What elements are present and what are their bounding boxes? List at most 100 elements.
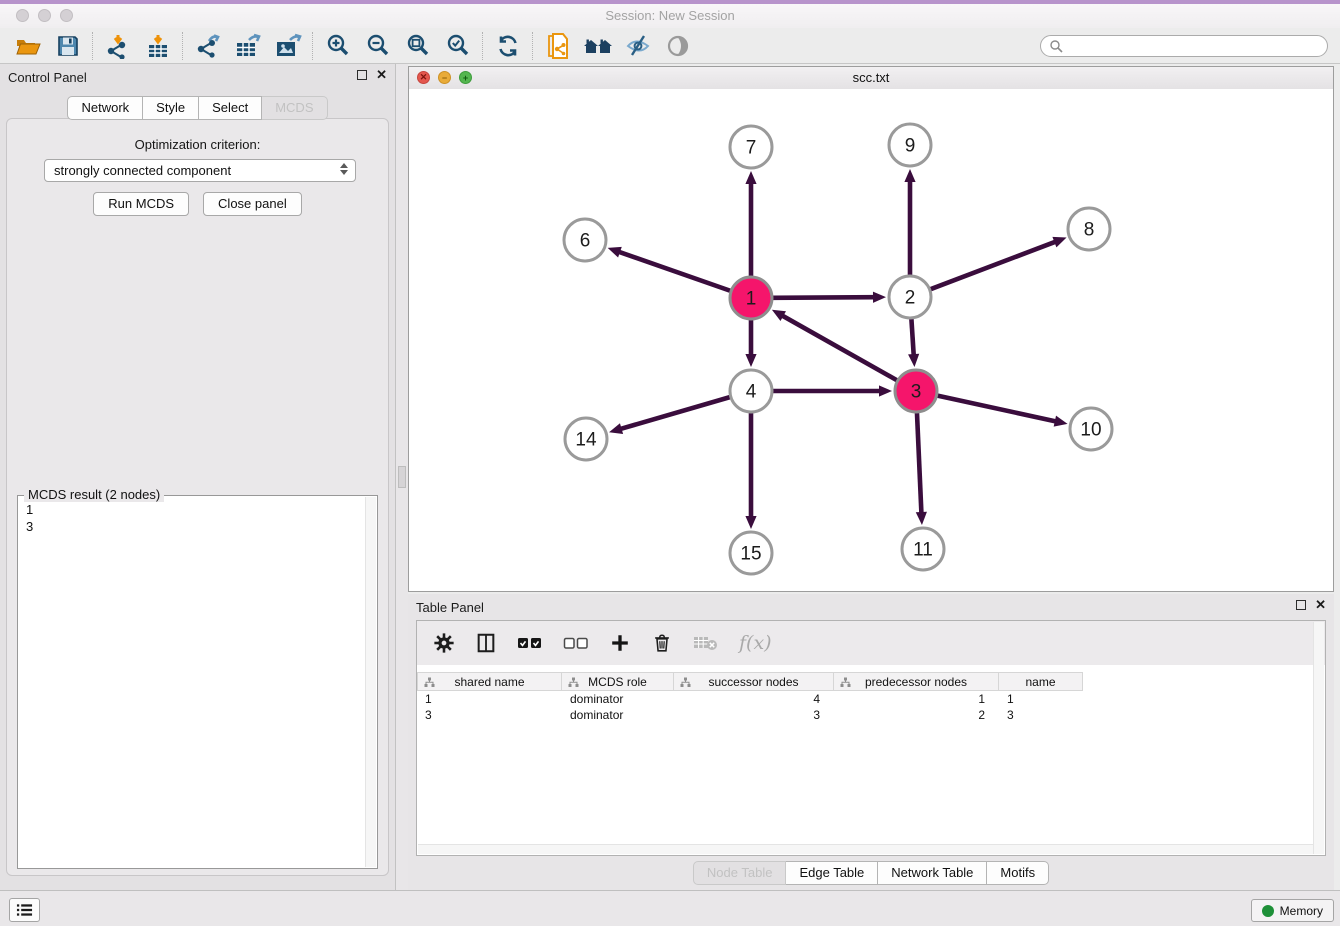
tab-edge-table[interactable]: Edge Table [786, 861, 878, 885]
edge-1-2[interactable] [773, 297, 875, 298]
control-panel: Control Panel ✕ NetworkStyleSelectMCDS O… [0, 64, 396, 890]
import-table-button[interactable] [138, 30, 178, 62]
apply-function-button[interactable]: f(x) [739, 632, 772, 654]
float-table-panel-icon[interactable] [1296, 600, 1306, 610]
memory-button[interactable]: Memory [1251, 899, 1334, 922]
column-header-name[interactable]: name [999, 672, 1083, 691]
close-table-panel-icon[interactable]: ✕ [1315, 599, 1326, 611]
table-row-2[interactable]: 3dominator323 [417, 707, 1325, 723]
table-settings-button[interactable] [433, 632, 455, 654]
close-panel-button[interactable]: Close panel [203, 192, 302, 216]
zoom-fit-button[interactable] [398, 30, 438, 62]
import-network-button[interactable] [98, 30, 138, 62]
zoom-in-button[interactable] [318, 30, 358, 62]
cell-predecessor-nodes: 1 [834, 691, 999, 707]
tab-node-table[interactable]: Node Table [693, 861, 787, 885]
select-all-columns-button[interactable] [517, 636, 543, 650]
column-sort-icon [680, 677, 691, 688]
open-file-icon [15, 34, 41, 58]
delete-column-trash-icon [651, 632, 673, 654]
edge-arrowhead-2-8 [1052, 237, 1066, 247]
delete-table-icon [693, 634, 719, 652]
cell-name: 1 [999, 691, 1083, 707]
tab-network[interactable]: Network [67, 96, 143, 120]
deselect-all-columns-button[interactable] [563, 636, 589, 650]
edge-2-8[interactable] [931, 241, 1057, 289]
select-stepper-icon [340, 163, 348, 175]
close-panel-icon[interactable]: ✕ [376, 69, 387, 81]
add-column-plus-icon [609, 632, 631, 654]
control-panel-tabs: NetworkStyleSelectMCDS [0, 96, 395, 120]
result-scrollbar[interactable] [365, 497, 376, 867]
memory-status-icon [1262, 905, 1274, 917]
table-tabs: Node TableEdge TableNetwork TableMotifs [408, 861, 1334, 885]
zoom-out-button[interactable] [358, 30, 398, 62]
add-column-button[interactable] [609, 632, 631, 654]
column-header-predecessor-nodes[interactable]: predecessor nodes [834, 672, 999, 691]
control-panel-title: Control Panel [8, 70, 87, 85]
delete-table-button[interactable] [693, 634, 719, 652]
zoom-selected-button[interactable] [438, 30, 478, 62]
home-button[interactable] [578, 30, 618, 62]
edge-1-6[interactable] [618, 252, 730, 291]
graph-node-label-15: 15 [740, 544, 761, 565]
column-header-shared-name[interactable]: shared name [417, 672, 562, 691]
graph-node-label-3: 3 [911, 382, 922, 403]
hide-panel-button[interactable] [618, 30, 658, 62]
toggle-column-panel-button[interactable] [475, 632, 497, 654]
table-horizontal-scrollbar[interactable] [418, 844, 1313, 854]
run-mcds-button[interactable]: Run MCDS [93, 192, 189, 216]
graph-node-label-4: 4 [746, 382, 757, 403]
column-header-MCDS-role[interactable]: MCDS role [562, 672, 674, 691]
criterion-select[interactable]: strongly connected component [44, 159, 356, 182]
network-window-titlebar[interactable]: ✕ − + scc.txt [409, 67, 1333, 90]
graph-node-label-14: 14 [575, 430, 597, 451]
toolbar-separator [312, 32, 314, 60]
import-table-icon [145, 33, 171, 59]
delete-column-button[interactable] [651, 632, 673, 654]
open-file-button[interactable] [8, 30, 48, 62]
tab-mcds[interactable]: MCDS [262, 96, 327, 120]
edge-3-1[interactable] [781, 315, 896, 380]
toggle-column-panel-icon [475, 632, 497, 654]
select-all-checkboxes-icon [517, 636, 543, 650]
tab-network-table[interactable]: Network Table [878, 861, 987, 885]
tab-motifs[interactable]: Motifs [987, 861, 1049, 885]
export-network-button[interactable] [188, 30, 228, 62]
mcds-result-text[interactable]: 1 3 [18, 498, 365, 868]
table-panel-title: Table Panel [416, 600, 484, 615]
save-icon [56, 34, 80, 58]
tab-style[interactable]: Style [143, 96, 199, 120]
table-vertical-scrollbar[interactable] [1313, 622, 1324, 854]
network-canvas[interactable]: 7968124314101511 [409, 89, 1333, 591]
toolbar-separator [92, 32, 94, 60]
apply-layout-refresh-icon [495, 33, 521, 59]
edge-4-14[interactable] [620, 397, 730, 429]
task-history-button[interactable] [9, 898, 40, 922]
table-row-1[interactable]: 1dominator411 [417, 691, 1325, 707]
splitter-grip[interactable] [398, 466, 406, 488]
vertical-splitter[interactable] [396, 64, 408, 890]
search-input[interactable] [1068, 38, 1319, 54]
save-session-button[interactable] [48, 30, 88, 62]
table-toolbar: f(x) [417, 621, 1325, 665]
show-panel-button[interactable] [658, 30, 698, 62]
edge-3-11[interactable] [917, 413, 921, 514]
export-image-button[interactable] [268, 30, 308, 62]
float-panel-icon[interactable] [357, 70, 367, 80]
edge-arrowhead-3-11 [916, 512, 927, 525]
column-header-successor-nodes[interactable]: successor nodes [674, 672, 834, 691]
tab-select[interactable]: Select [199, 96, 262, 120]
edge-arrowhead-1-2 [873, 292, 886, 303]
cell-successor-nodes: 4 [674, 691, 834, 707]
column-header-label: predecessor nodes [865, 675, 967, 689]
mcds-tab-content: Optimization criterion: strongly connect… [6, 118, 389, 876]
edge-3-10[interactable] [937, 396, 1056, 422]
apply-layout-button[interactable] [488, 30, 528, 62]
edge-2-3[interactable] [911, 319, 913, 356]
table-body: 1dominator4113dominator323 [417, 691, 1325, 723]
titlebar: Session: New Session [0, 4, 1340, 29]
export-table-button[interactable] [228, 30, 268, 62]
deselect-all-checkboxes-icon [563, 636, 589, 650]
network-from-file-button[interactable] [538, 30, 578, 62]
